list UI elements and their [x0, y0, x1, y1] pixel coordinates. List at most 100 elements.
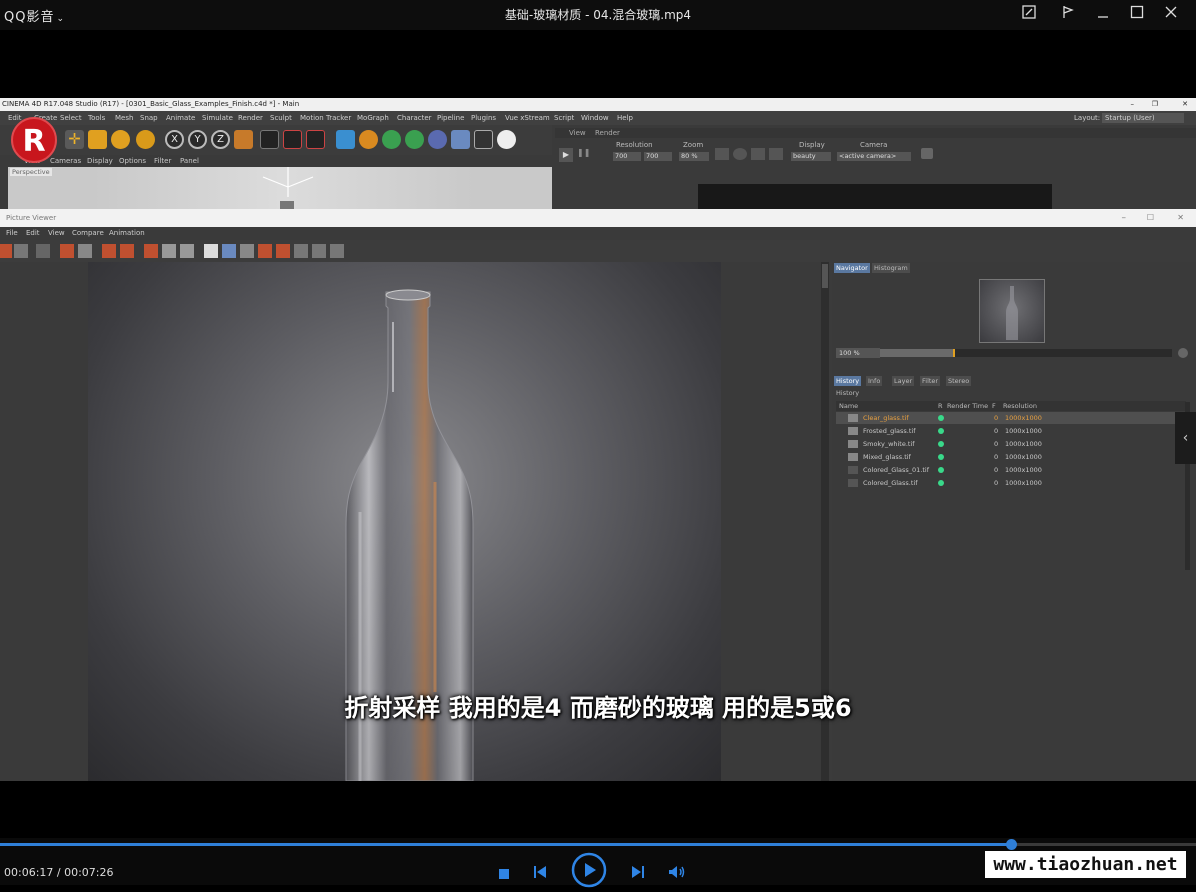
rotate-icon[interactable] — [111, 130, 130, 149]
menu-snap[interactable]: Snap — [140, 111, 158, 125]
render-tab-view[interactable]: View — [569, 128, 586, 138]
restore-icon[interactable]: ❐ — [1152, 98, 1158, 111]
view-menu-options[interactable]: Options — [119, 155, 146, 167]
minimize-icon[interactable]: – — [1131, 98, 1135, 111]
full-icon[interactable] — [78, 244, 92, 258]
tab-navigator[interactable]: Navigator — [834, 263, 870, 273]
menu-script[interactable]: Script — [554, 111, 574, 125]
light-icon[interactable] — [497, 130, 516, 149]
navigator-thumbnail[interactable] — [979, 279, 1045, 343]
col-render-time[interactable]: Render Time — [947, 401, 988, 411]
menu-sculpt[interactable]: Sculpt — [270, 111, 292, 125]
col-r[interactable]: R — [938, 401, 943, 411]
navigator-zoom-field[interactable]: 100 % — [836, 348, 880, 358]
globe-icon[interactable] — [733, 148, 747, 160]
menu-motion-tracker[interactable]: Motion Tracker — [300, 111, 351, 125]
tab-stereo[interactable]: Stereo — [946, 376, 972, 386]
pen-icon[interactable] — [359, 130, 378, 149]
z-axis-icon[interactable]: Z — [211, 130, 230, 149]
display-select[interactable]: beauty — [791, 152, 831, 161]
progress-knob[interactable] — [1005, 839, 1017, 850]
cloner-icon[interactable] — [405, 130, 424, 149]
close-icon[interactable]: ✕ — [1177, 209, 1184, 227]
region-icon[interactable] — [162, 244, 176, 258]
zoom-slider-handle[interactable] — [953, 349, 955, 357]
render-view-icon[interactable] — [260, 130, 279, 149]
open-icon[interactable] — [0, 244, 12, 258]
zoom-add-icon[interactable] — [1178, 348, 1188, 358]
volume-icon[interactable] — [668, 864, 686, 883]
crop-icon[interactable] — [769, 148, 783, 160]
swap-icon[interactable] — [222, 244, 236, 258]
play-render-icon[interactable]: ▶ — [559, 148, 573, 162]
difference-icon[interactable] — [312, 244, 326, 258]
pause-render-icon[interactable]: ❚❚ — [577, 148, 590, 162]
pv-menu-edit[interactable]: Edit — [26, 227, 40, 240]
scale-icon[interactable] — [88, 130, 107, 149]
region-icon[interactable] — [751, 148, 765, 160]
previous-icon[interactable] — [533, 864, 547, 883]
render-settings-icon[interactable] — [306, 130, 325, 149]
render-tab-render[interactable]: Render — [595, 128, 620, 138]
pv-menu-compare[interactable]: Compare — [72, 227, 104, 240]
menu-animate[interactable]: Animate — [166, 111, 195, 125]
recent-tool-icon[interactable] — [136, 130, 155, 149]
subdivision-icon[interactable] — [382, 130, 401, 149]
pv-menu-animation[interactable]: Animation — [109, 227, 145, 240]
save-icon[interactable] — [14, 244, 28, 258]
stop-render-icon[interactable] — [144, 244, 158, 258]
resolution-width-field[interactable]: 700 — [613, 152, 641, 161]
stop-icon[interactable] — [498, 865, 510, 884]
menu-vue-xstream[interactable]: Vue xStream — [505, 111, 550, 125]
camera-select[interactable]: <active camera> — [837, 152, 911, 161]
split-icon[interactable] — [294, 244, 308, 258]
chevron-left-icon[interactable]: ‹ — [1175, 412, 1196, 464]
table-row[interactable]: Colored_Glass_01.tif 0 1000x1000 — [836, 464, 1186, 476]
navigator-zoom-slider[interactable] — [880, 349, 1172, 357]
paste-icon[interactable] — [120, 244, 134, 258]
overlay-icon[interactable] — [330, 244, 344, 258]
filter-icon[interactable] — [180, 244, 194, 258]
tab-histogram[interactable]: Histogram — [872, 263, 910, 273]
menu-pipeline[interactable]: Pipeline — [437, 111, 464, 125]
menu-help[interactable]: Help — [617, 111, 633, 125]
view-menu-filter[interactable]: Filter — [154, 155, 171, 167]
pv-menu-view[interactable]: View — [48, 227, 65, 240]
cube-icon[interactable] — [336, 130, 355, 149]
close-icon[interactable] — [1159, 4, 1183, 24]
table-row[interactable]: Colored_Glass.tif 0 1000x1000 — [836, 477, 1186, 489]
minimize-icon[interactable]: – — [1122, 209, 1127, 227]
table-row[interactable]: Smoky_white.tif 0 1000x1000 — [836, 438, 1186, 450]
layout-select[interactable]: Startup (User) — [1102, 113, 1184, 123]
c4d-viewport[interactable]: Perspective — [8, 167, 552, 210]
set-b-icon[interactable] — [240, 244, 254, 258]
resolution-height-field[interactable]: 700 — [644, 152, 672, 161]
x-axis-icon[interactable]: X — [165, 130, 184, 149]
tab-history[interactable]: History — [834, 376, 862, 386]
pin-icon[interactable] — [1056, 4, 1080, 24]
scroll-thumb[interactable] — [822, 264, 828, 288]
floor-icon[interactable] — [451, 130, 470, 149]
menu-render[interactable]: Render — [238, 111, 263, 125]
col-f[interactable]: F — [992, 401, 996, 411]
table-row[interactable]: Frosted_glass.tif 0 1000x1000 — [836, 425, 1186, 437]
render-picture-viewer-icon[interactable] — [283, 130, 302, 149]
table-row[interactable]: Clear_glass.tif 0 1000x1000 — [836, 412, 1186, 424]
copy-icon[interactable] — [102, 244, 116, 258]
menu-mesh[interactable]: Mesh — [115, 111, 133, 125]
menu-select[interactable]: Select — [60, 111, 82, 125]
tab-layer[interactable]: Layer — [892, 376, 915, 386]
rgb-icon[interactable] — [715, 148, 729, 160]
set-a-icon[interactable] — [258, 244, 272, 258]
menu-simulate[interactable]: Simulate — [202, 111, 233, 125]
grid-icon[interactable] — [36, 244, 50, 258]
menu-mograph[interactable]: MoGraph — [357, 111, 389, 125]
screenshot-icon[interactable] — [1017, 4, 1041, 24]
close-icon[interactable]: ✕ — [1182, 98, 1188, 111]
move-icon[interactable]: ✛ — [65, 130, 84, 149]
camera-icon[interactable] — [474, 130, 493, 149]
zoom-field[interactable]: 80 % — [679, 152, 709, 161]
tab-filter[interactable]: Filter — [920, 376, 941, 386]
next-icon[interactable] — [631, 864, 645, 883]
coordinate-system-icon[interactable] — [234, 130, 253, 149]
